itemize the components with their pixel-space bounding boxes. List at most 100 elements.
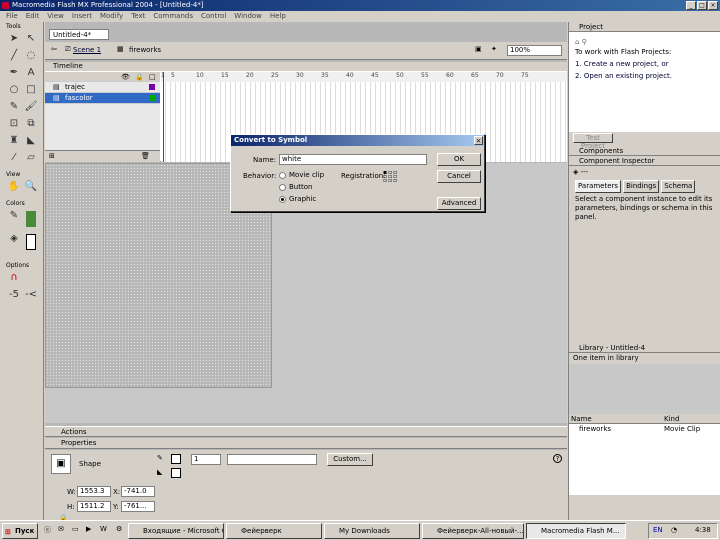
task-folder-fireworks[interactable]: Фейерверк xyxy=(226,523,322,539)
menu-insert[interactable]: Insert xyxy=(68,11,96,22)
task-my-downloads[interactable]: My Downloads xyxy=(324,523,420,539)
quicklaunch-media-icon[interactable]: ▶ xyxy=(86,525,91,533)
menu-control[interactable]: Control xyxy=(197,11,230,22)
oval-tool-icon[interactable]: ○ xyxy=(6,82,22,98)
behavior-movieclip[interactable]: Movie clip xyxy=(279,171,324,179)
pencil-tool-icon[interactable]: ✎ xyxy=(6,99,22,115)
library-col-name[interactable]: Name xyxy=(569,415,664,423)
behavior-button[interactable]: Button xyxy=(279,183,312,191)
actions-panel-header[interactable]: Actions xyxy=(45,426,567,437)
layer-row-selected[interactable]: ▤ fascolor xyxy=(45,93,160,104)
fill-color-icon[interactable]: ◈ xyxy=(6,231,22,247)
tab-schema[interactable]: Schema xyxy=(661,180,696,193)
menu-modify[interactable]: Modify xyxy=(96,11,127,22)
magnet-icon[interactable]: ∩ xyxy=(6,270,22,286)
library-col-kind[interactable]: Kind xyxy=(664,415,679,423)
minimize-button[interactable]: _ xyxy=(686,1,696,10)
free-transform-tool-icon[interactable]: ⊡ xyxy=(6,116,22,132)
eraser-tool-icon[interactable]: ▱ xyxy=(23,150,39,166)
brush-tool-icon[interactable]: 🖌 xyxy=(23,99,39,115)
x-field[interactable]: -741.0 xyxy=(121,486,155,497)
tab-parameters[interactable]: Parameters xyxy=(575,180,622,193)
library-panel-header[interactable]: Library - Untitled-4 xyxy=(569,343,720,353)
quicklaunch-word-icon[interactable]: W xyxy=(100,525,107,533)
behavior-graphic[interactable]: Graphic xyxy=(279,195,316,203)
zoom-select[interactable]: 100% xyxy=(507,45,562,56)
quicklaunch-outlook-icon[interactable]: ✉ xyxy=(58,525,64,533)
menu-text[interactable]: Text xyxy=(127,11,149,22)
stroke-color-swatch[interactable] xyxy=(171,454,181,464)
quicklaunch-desktop-icon[interactable]: ▭ xyxy=(72,525,79,533)
text-tool-icon[interactable]: A xyxy=(23,65,39,81)
zoom-tool-icon[interactable]: 🔍 xyxy=(23,179,39,195)
smooth-icon[interactable]: -5 xyxy=(6,287,22,303)
line-tool-icon[interactable]: ╱ xyxy=(6,48,22,64)
tray-icon[interactable]: ◔ xyxy=(671,526,677,534)
menu-window[interactable]: Window xyxy=(230,11,266,22)
edit-symbol-icon[interactable]: ✦ xyxy=(491,45,497,53)
fill-color-swatch[interactable] xyxy=(171,468,181,478)
custom-button[interactable]: Custom... xyxy=(327,453,373,466)
menu-file[interactable]: File xyxy=(2,11,22,22)
document-tab[interactable]: Untitled-4* xyxy=(49,29,109,40)
project-step-create[interactable]: 1. Create a new project, or xyxy=(575,58,714,70)
hand-tool-icon[interactable]: ✋ xyxy=(6,179,22,195)
edit-scene-icon[interactable]: ▣ xyxy=(475,45,482,53)
task-macromedia-flash[interactable]: Macromedia Flash M... xyxy=(526,523,626,539)
paint-bucket-tool-icon[interactable]: ◣ xyxy=(23,133,39,149)
close-button[interactable]: × xyxy=(708,1,718,10)
menu-edit[interactable]: Edit xyxy=(22,11,44,22)
start-button[interactable]: ⊞ Пуск xyxy=(2,523,38,539)
stroke-swatch[interactable] xyxy=(26,211,36,227)
cancel-button[interactable]: Cancel xyxy=(437,170,481,183)
width-field[interactable]: 1553.3 xyxy=(77,486,111,497)
straighten-icon[interactable]: -< xyxy=(23,287,39,303)
playhead[interactable] xyxy=(163,72,164,162)
maximize-button[interactable]: □ xyxy=(697,1,707,10)
menu-view[interactable]: View xyxy=(43,11,68,22)
rectangle-tool-icon[interactable]: □ xyxy=(23,82,39,98)
tab-bindings[interactable]: Bindings xyxy=(623,180,660,193)
library-item[interactable]: fireworks Movie Clip xyxy=(569,424,720,434)
layer-row[interactable]: ▤ trajec xyxy=(45,82,160,93)
project-step-open[interactable]: 2. Open an existing project. xyxy=(575,70,714,82)
insert-layer-icon[interactable]: ⊞ xyxy=(49,152,55,160)
advanced-button[interactable]: Advanced xyxy=(437,197,481,210)
quicklaunch-ie-icon[interactable]: ⓔ xyxy=(44,525,51,535)
stroke-color-icon[interactable]: ✎ xyxy=(6,208,22,224)
subselect-tool-icon[interactable]: ↖ xyxy=(23,31,39,47)
arrow-tool-icon[interactable]: ➤ xyxy=(6,31,22,47)
back-arrow-icon[interactable]: ⇦ xyxy=(51,45,57,53)
dialog-close-icon[interactable]: × xyxy=(474,136,483,145)
scene-link[interactable]: Scene 1 xyxy=(73,46,101,54)
stroke-height-field[interactable]: 1 xyxy=(191,454,221,465)
lasso-tool-icon[interactable]: ◌ xyxy=(23,48,39,64)
quicklaunch-app-icon[interactable]: ⚙ xyxy=(116,525,122,533)
fill-transform-tool-icon[interactable]: ⧉ xyxy=(23,116,39,132)
y-field[interactable]: -761... xyxy=(121,501,155,512)
task-fireworks-all[interactable]: Фейерверк-All-новый-... xyxy=(422,523,524,539)
test-project-button[interactable]: Test Project xyxy=(573,133,613,150)
eyedropper-tool-icon[interactable]: ⁄ xyxy=(6,150,22,166)
task-outlook[interactable]: Входящие - Microsoft O... xyxy=(128,523,224,539)
height-field[interactable]: 1511.2 xyxy=(77,501,111,512)
symbol-breadcrumb[interactable]: fireworks xyxy=(129,46,161,54)
menu-help[interactable]: Help xyxy=(266,11,290,22)
properties-panel-header[interactable]: Properties xyxy=(45,438,567,449)
symbol-name-input[interactable]: white xyxy=(279,154,427,165)
stroke-style-select[interactable] xyxy=(227,454,317,465)
delete-layer-icon[interactable]: 🗑 xyxy=(141,152,150,160)
project-panel-header[interactable]: Project xyxy=(569,22,720,32)
component-inspector-header[interactable]: Component Inspector xyxy=(569,156,720,166)
pen-tool-icon[interactable]: ✒ xyxy=(6,65,22,81)
ink-bottle-tool-icon[interactable]: ♜ xyxy=(6,133,22,149)
lang-icon[interactable]: EN xyxy=(653,526,663,534)
ok-button[interactable]: OK xyxy=(437,153,481,166)
menu-commands[interactable]: Commands xyxy=(149,11,197,22)
help-icon[interactable]: ? xyxy=(553,454,562,463)
registration-grid-icon[interactable]: ▪▫▫ ▫▫▫ ▫▫▫ xyxy=(383,170,398,184)
frame-ruler[interactable]: 1 5 10 15 20 25 30 35 40 45 50 55 60 65 … xyxy=(161,72,567,82)
timeline-header[interactable]: Timeline xyxy=(45,62,567,71)
components-panel-header[interactable]: Components xyxy=(569,146,720,156)
fill-swatch[interactable] xyxy=(26,234,36,250)
